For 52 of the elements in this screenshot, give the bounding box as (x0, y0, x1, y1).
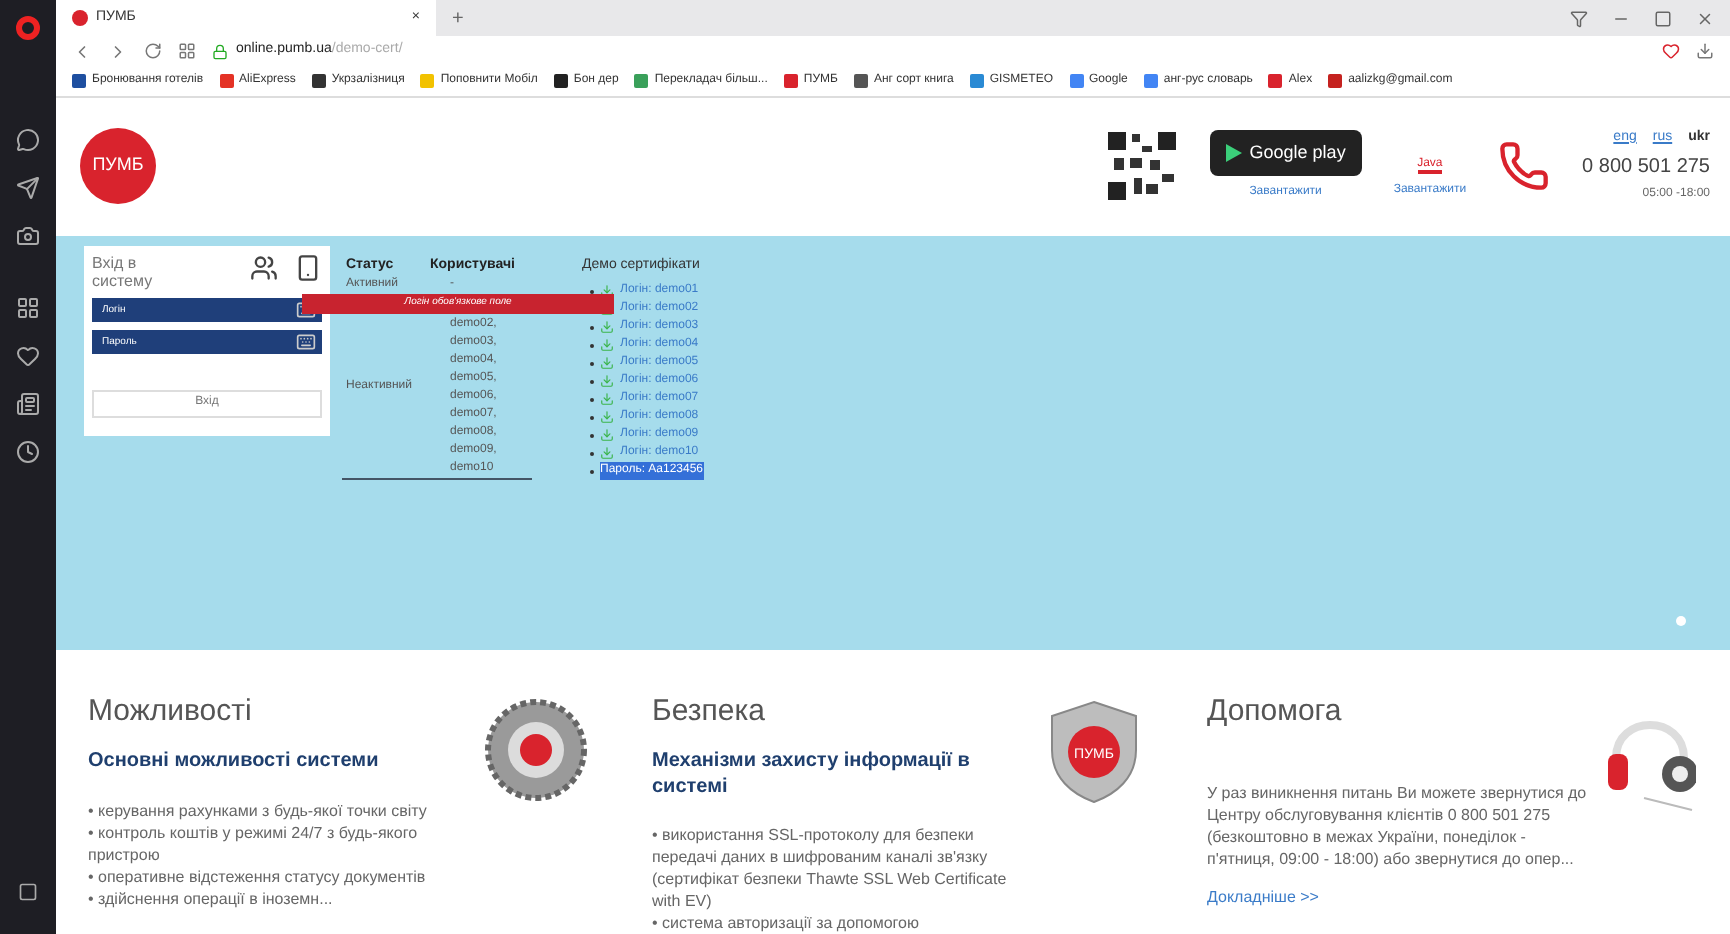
panel-icon (18, 882, 38, 902)
camera-icon (16, 224, 40, 248)
qr-code-icon (1105, 130, 1178, 202)
grid-icon (16, 296, 40, 320)
section-title: Допомога (1207, 691, 1344, 731)
reload-button[interactable] (144, 42, 162, 61)
section-title: Безпека (652, 691, 767, 731)
more-link[interactable]: Докладніше >> (1207, 886, 1587, 910)
download-icon (600, 428, 614, 442)
section-subtitle: Механізми захисту інформації в системі (652, 750, 972, 800)
mobile-login-button[interactable] (294, 253, 322, 281)
browser-logo-icon (16, 16, 40, 40)
maximize-button[interactable] (1654, 9, 1672, 27)
feature-text: • здійснення операції в іноземн... (88, 887, 335, 909)
gear-icon (484, 697, 588, 801)
play-icon (1225, 144, 1242, 162)
section-subtitle: Основні можливості системи (88, 750, 381, 775)
feature-text: • система авторизації за допомогою (652, 912, 921, 934)
download-icon (600, 392, 614, 406)
download-icon (600, 320, 614, 334)
phone-number: 0 800 501 275 (1582, 154, 1710, 183)
feature-text: • керування рахунками з будь-якої точки світу (88, 799, 429, 821)
download-icon (600, 410, 614, 424)
heart-icon (1662, 42, 1680, 61)
certificate-login-button[interactable] (250, 253, 278, 281)
news-icon (16, 392, 40, 416)
feature-text: • використання SSL-протоколу для безпеки передачі даних в шифрованим каналі зв'язку (сертифікат безпеки Thawte SSL Web Certificate with EV) (652, 824, 1009, 912)
phone-icon (1498, 140, 1551, 192)
heart-icon (16, 344, 40, 368)
close-button[interactable] (1696, 9, 1714, 27)
google-play-badge[interactable]: Google play (1209, 129, 1362, 177)
login-title: Вхід в систему (92, 253, 155, 289)
new-tab-button[interactable]: + (452, 3, 464, 33)
speed-dial-button[interactable] (178, 42, 196, 61)
feature-text: • оперативне відстеження статусу документів (88, 865, 428, 887)
section-title: Можливості (88, 691, 254, 731)
download-icon (600, 356, 614, 370)
lock-icon (212, 43, 228, 60)
download-icon (600, 374, 614, 388)
filter-icon (1570, 9, 1588, 27)
clock-icon (16, 440, 40, 464)
feature-text: У раз виникнення питань Ви можете звернутися до Центру обслуговування клієнтів 0 800 501 275 (безкоштовно в межах України, понеділок - п'ятниця, 09:00 - 18:00) або звернутися до опер... (1207, 782, 1587, 870)
download-icon (600, 284, 614, 298)
messenger-icon (16, 128, 40, 152)
favicon-icon (72, 10, 88, 26)
send-icon (16, 176, 40, 200)
feature-text: • контроль коштів у режимі 24/7 з будь-якого пристрою (88, 821, 420, 865)
bank-logo[interactable]: ПУМБ (80, 128, 156, 204)
download-icon (600, 338, 614, 352)
download-button[interactable] (1696, 42, 1714, 61)
download-icon (600, 446, 614, 460)
keyboard-icon (296, 331, 316, 351)
